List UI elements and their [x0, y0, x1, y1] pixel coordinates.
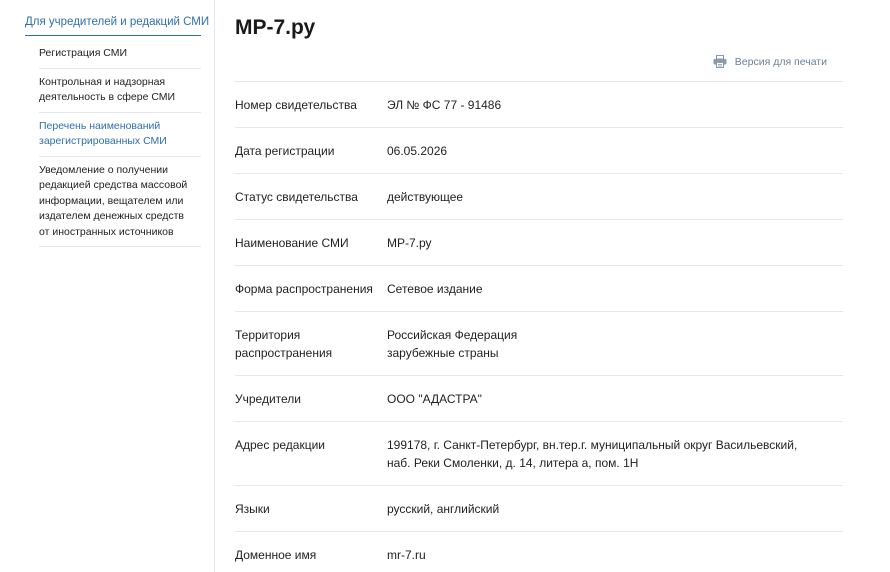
sidebar-item-foreign-funds-notice[interactable]: Уведомление о получении редакцией средст…	[39, 157, 201, 247]
detail-value-text: 06.05.2026	[387, 144, 448, 158]
detail-value: МР-7.ру	[387, 234, 843, 252]
page: Для учредителей и редакций СМИ Регистрац…	[0, 0, 890, 572]
page-title: МР-7.ру	[235, 16, 316, 39]
sidebar-item-registry-list[interactable]: Перечень наименований зарегистрированных…	[39, 113, 201, 157]
detail-row-media-name: Наименование СМИ МР-7.ру	[235, 220, 843, 266]
detail-label-text: Номер свидетельства	[235, 98, 357, 112]
sidebar-item-label: издателем денежных средств	[39, 210, 184, 222]
sidebar-section-title[interactable]: Для учредителей и редакций СМИ	[25, 16, 209, 36]
sidebar-item-label: Регистрация СМИ	[39, 47, 128, 59]
detail-label: Дата регистрации	[235, 142, 387, 160]
detail-value: 06.05.2026	[387, 142, 843, 160]
sidebar-item-label: Перечень наименований	[39, 119, 161, 132]
sidebar-item-label: редакцией средства массовой	[39, 179, 188, 191]
detail-label: Адрес редакции	[235, 436, 387, 472]
registration-details: Номер свидетельства ЭЛ № ФС 77 - 91486 Д…	[235, 81, 843, 572]
detail-value: ЭЛ № ФС 77 - 91486	[387, 96, 843, 114]
detail-row-editorial-address: Адрес редакции 199178, г. Санкт-Петербур…	[235, 422, 843, 486]
detail-label-text: Наименование СМИ	[235, 236, 349, 250]
detail-label: Доменное имя	[235, 546, 387, 564]
detail-label: Наименование СМИ	[235, 234, 387, 252]
detail-label-text: Территория	[235, 328, 301, 342]
printer-icon	[713, 55, 727, 68]
detail-label-text: распространения	[235, 346, 333, 360]
detail-row-certificate-number: Номер свидетельства ЭЛ № ФС 77 - 91486	[235, 82, 843, 128]
detail-value-text: Сетевое издание	[387, 282, 483, 296]
detail-row-distribution-form: Форма распространения Сетевое издание	[235, 266, 843, 312]
sidebar: Для учредителей и редакций СМИ Регистрац…	[0, 0, 215, 572]
sidebar-item-label: Уведомление о получении	[39, 163, 168, 176]
detail-value: Российская Федерация зарубежные страны	[387, 326, 843, 362]
detail-row-registration-date: Дата регистрации 06.05.2026	[235, 128, 843, 174]
detail-value: русский, английский	[387, 500, 843, 518]
detail-label: Языки	[235, 500, 387, 518]
detail-value-text: ООО "АДАСТРА"	[387, 392, 482, 406]
detail-value: mr-7.ru	[387, 546, 843, 564]
detail-value: действующее	[387, 188, 843, 206]
sidebar-item-label: деятельность в сфере СМИ	[39, 91, 176, 103]
print-version-link[interactable]: Версия для печати	[713, 55, 827, 68]
detail-label-text: Адрес редакции	[235, 438, 325, 452]
detail-label-text: Языки	[235, 502, 270, 516]
detail-row-founders: Учредители ООО "АДАСТРА"	[235, 376, 843, 422]
detail-value: ООО "АДАСТРА"	[387, 390, 843, 408]
sidebar-item-label: информации, вещателем или	[39, 194, 184, 207]
detail-row-languages: Языки русский, английский	[235, 486, 843, 532]
detail-label: Форма распространения	[235, 280, 387, 298]
sidebar-menu: Регистрация СМИ Контрольная и надзорная …	[39, 40, 201, 247]
detail-label-text: Форма распространения	[235, 282, 373, 296]
detail-label: Статус свидетельства	[235, 188, 387, 206]
detail-label-text: Статус свидетельства	[235, 190, 358, 204]
detail-value-text: 199178, г. Санкт-Петербург, вн.тер.г. му…	[387, 438, 798, 452]
detail-row-certificate-status: Статус свидетельства действующее	[235, 174, 843, 220]
sidebar-item-label: зарегистрированных СМИ	[39, 135, 167, 147]
detail-value-text: наб. Реки Смоленки, д. 14, литера а, пом…	[387, 456, 639, 470]
detail-label: Учредители	[235, 390, 387, 408]
detail-value: 199178, г. Санкт-Петербург, вн.тер.г. му…	[387, 436, 843, 472]
sidebar-item-registration[interactable]: Регистрация СМИ	[39, 40, 201, 69]
sidebar-item-label: от иностранных источников	[39, 225, 174, 238]
detail-label-text: Учредители	[235, 392, 302, 406]
detail-label: Территория распространения	[235, 326, 387, 362]
detail-label: Номер свидетельства	[235, 96, 387, 114]
sidebar-item-label: Контрольная и надзорная	[39, 75, 166, 88]
detail-value-text: ЭЛ № ФС 77 - 91486	[387, 98, 502, 112]
detail-value-text: mr-7.ru	[387, 548, 426, 562]
detail-label-text: Доменное имя	[235, 548, 317, 562]
detail-value-text: МР-7.ру	[387, 236, 432, 250]
detail-value: Сетевое издание	[387, 280, 843, 298]
detail-row-domain-name: Доменное имя mr-7.ru	[235, 532, 843, 572]
detail-row-distribution-territory: Территория распространения Российская Фе…	[235, 312, 843, 376]
sidebar-item-control-activity[interactable]: Контрольная и надзорная деятельность в с…	[39, 69, 201, 113]
detail-value-text: русский, английский	[387, 502, 500, 516]
detail-value-text: Российская Федерация	[387, 328, 518, 342]
detail-value-text: действующее	[387, 190, 464, 204]
detail-value-text: зарубежные страны	[387, 346, 499, 360]
detail-label-text: Дата регистрации	[235, 144, 335, 158]
print-version-label: Версия для печати	[734, 55, 827, 68]
